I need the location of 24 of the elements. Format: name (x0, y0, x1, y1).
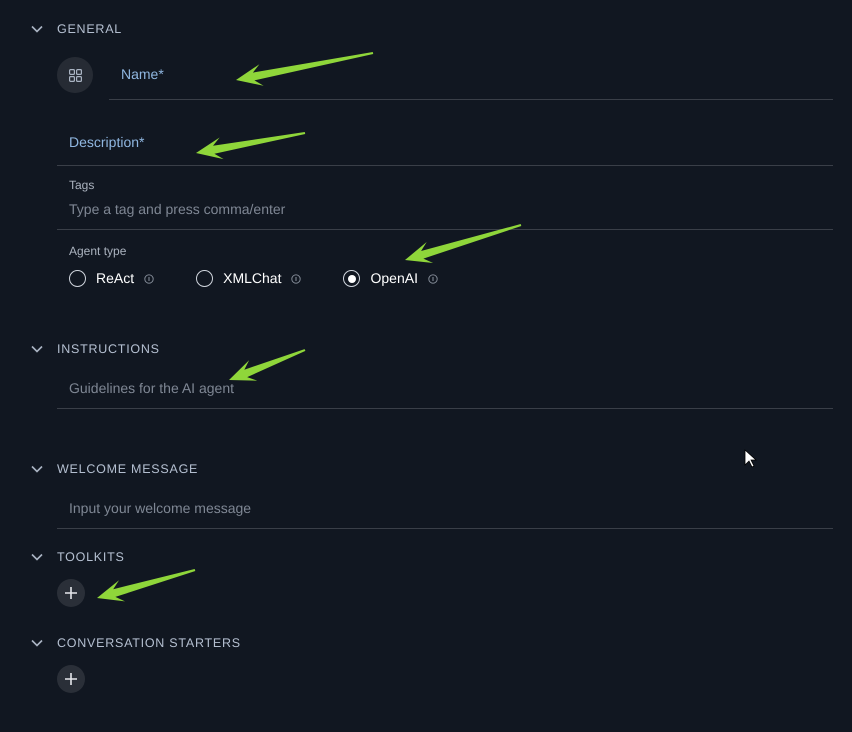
add-button[interactable] (57, 665, 85, 693)
radio-button[interactable] (343, 270, 360, 287)
info-icon[interactable] (291, 274, 302, 284)
plus-icon (64, 586, 78, 600)
info-icon[interactable] (144, 274, 154, 284)
radio-label: ReAct (96, 269, 134, 288)
avatar-button[interactable] (57, 57, 93, 93)
section-title: TOOLKITS (57, 548, 125, 566)
section-title: WELCOME MESSAGE (57, 460, 198, 478)
section-title: GENERAL (57, 20, 122, 38)
grid-icon (68, 68, 82, 82)
add-button[interactable] (57, 579, 85, 607)
radio-button[interactable] (196, 270, 214, 287)
radio-label: XMLChat (223, 269, 282, 288)
plus-icon (64, 672, 78, 686)
info-icon[interactable] (428, 274, 438, 284)
cursor-icon (744, 449, 758, 468)
text-field[interactable]: Input your welcome message (57, 479, 833, 529)
radio-button[interactable] (69, 270, 86, 287)
section-title: INSTRUCTIONS (57, 340, 160, 358)
section-title: CONVERSATION STARTERS (57, 634, 241, 652)
radio-label: OpenAI (370, 269, 418, 288)
tags-field[interactable]: Tags Type a tag and press comma/enter (57, 166, 833, 230)
agent-type-label: Agent type (69, 243, 126, 259)
